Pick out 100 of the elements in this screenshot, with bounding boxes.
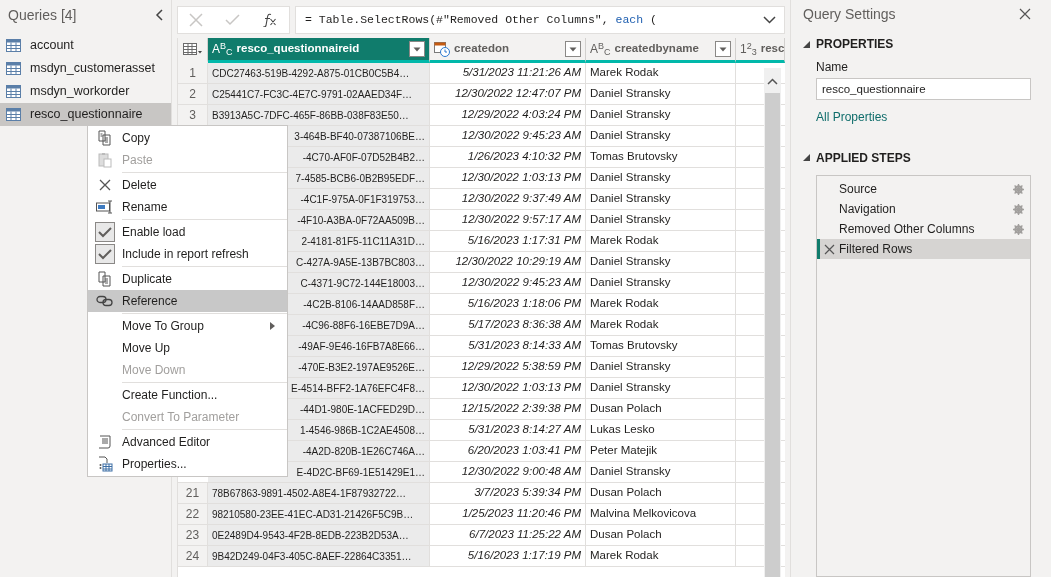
- expand-triangle-icon[interactable]: [803, 40, 810, 48]
- column-name: resc: [760, 41, 784, 57]
- table-cell-text: 12/29/2022 4:03:24 PM: [461, 107, 581, 123]
- row-header-cell[interactable]: 22: [178, 504, 208, 524]
- scrollbar-thumb[interactable]: [765, 93, 780, 577]
- query-item[interactable]: msdyn_customerasset: [0, 57, 171, 80]
- duplicate-icon: [97, 271, 113, 287]
- checkbox[interactable]: [95, 244, 115, 264]
- row-header-cell[interactable]: 21: [178, 483, 208, 503]
- table-cell-text: 12/30/2022 9:37:49 AM: [461, 191, 581, 207]
- expand-triangle-icon[interactable]: [803, 154, 810, 162]
- table-cell-text: Marek Rodak: [590, 233, 659, 249]
- table-cell-text: Marek Rodak: [590, 65, 659, 81]
- rename-icon: [96, 200, 114, 214]
- table-cell-text: Malvina Melkovicova: [590, 506, 697, 522]
- submenu-arrow-icon: [270, 322, 275, 330]
- row-header-cell[interactable]: 24: [178, 546, 208, 566]
- table-cell-text: Daniel Stransky: [590, 107, 671, 123]
- table-icon: [6, 62, 21, 75]
- table-cell-text: 6/20/2023 1:03:41 PM: [467, 443, 581, 459]
- expand-chevron-icon[interactable]: [763, 16, 776, 24]
- table-cell-text: 12/29/2022 5:38:59 PM: [461, 359, 581, 375]
- row-header-cell[interactable]: 23: [178, 525, 208, 545]
- table-icon: [6, 39, 21, 52]
- query-item[interactable]: resco_questionnaire: [0, 103, 171, 126]
- table-cell-text: Dusan Polach: [590, 485, 662, 501]
- close-icon[interactable]: [1019, 8, 1031, 21]
- column-name: resco_questionnaireid: [236, 41, 361, 57]
- table-cell-text: Lukas Lesko: [590, 422, 655, 438]
- link-icon: [96, 295, 114, 307]
- table-cell-text: 5/31/2023 8:14:27 AM: [468, 422, 581, 438]
- column-header[interactable]: 1$^{2}$$_{3}$ resc: [736, 38, 785, 63]
- table-cell: B3913A5C-7DFC-465F-86BB-038F83E50…: [208, 105, 430, 125]
- applied-step[interactable]: Source: [817, 179, 1030, 200]
- applied-step[interactable]: Filtered Rows: [817, 239, 1030, 260]
- table-cell-text: Daniel Stransky: [590, 275, 671, 291]
- scrollbar[interactable]: [764, 68, 781, 577]
- table-cell: CDC27463-519B-4292-A875-01CB0C5B4…: [208, 63, 430, 83]
- copy-icon: [97, 130, 113, 146]
- table-cell-text: 5/16/2023 1:17:31 PM: [467, 233, 581, 249]
- table-cell: 0E2489D4-9543-4F2B-8EDB-223B2D53A…: [208, 525, 430, 545]
- menu-item[interactable]: Reference: [88, 290, 287, 312]
- table-icon: [6, 85, 21, 98]
- table-cell-text: Daniel Stransky: [590, 380, 671, 396]
- collapse-chevron-icon[interactable]: [155, 9, 163, 21]
- table-cell-text: Tomas Brutovsky: [590, 338, 678, 354]
- name-field[interactable]: resco_questionnaire: [816, 78, 1031, 101]
- formula-field[interactable]: = Table.SelectRows(#"Removed Other Columns", each (: [295, 6, 785, 34]
- panel-title: Query Settings: [803, 4, 896, 24]
- table-cell-text: 12/30/2022 1:03:13 PM: [461, 380, 581, 396]
- row-header-cell[interactable]: 2: [178, 84, 208, 104]
- query-item[interactable]: account: [0, 34, 171, 57]
- table-cell-text: Marek Rodak: [590, 296, 659, 312]
- table-cell-text: 1/26/2023 4:10:32 PM: [467, 149, 581, 165]
- table-cell-text: 5/31/2023 11:21:26 AM: [462, 65, 581, 81]
- section-heading: APPLIED STEPS: [816, 149, 911, 167]
- table-cell-text: Dusan Polach: [590, 527, 662, 543]
- table-cell-text: Daniel Stransky: [590, 170, 671, 186]
- table-cell-text: 12/30/2022 12:47:07 PM: [455, 86, 581, 102]
- applied-step[interactable]: Navigation: [817, 199, 1030, 220]
- dropdown-caret-icon[interactable]: [565, 41, 581, 57]
- function-icon[interactable]: [262, 13, 278, 27]
- table-cell-text: 5/31/2023 8:14:33 AM: [468, 338, 581, 354]
- table-cell-text: 12/30/2022 10:29:19 AM: [455, 254, 581, 270]
- column-header[interactable]: A$^{B}$$_{C}$ resco_questionnaireid: [208, 38, 430, 63]
- calendar-clock-icon: [434, 41, 450, 57]
- applied-step[interactable]: Removed Other Columns: [817, 219, 1030, 240]
- table-cell-text: Daniel Stransky: [590, 191, 671, 207]
- dropdown-caret-icon[interactable]: [409, 41, 425, 57]
- column-name: createdbyname: [614, 41, 700, 57]
- table-cell-text: 5/16/2023 1:18:06 PM: [467, 296, 581, 312]
- table-cell-text: 5/16/2023 1:17:19 PM: [467, 548, 581, 564]
- column-header[interactable]: A$^{B}$$_{C}$ createdbyname: [586, 38, 736, 63]
- table-cell-text: Daniel Stransky: [590, 464, 671, 480]
- table-cell-text: Marek Rodak: [590, 548, 659, 564]
- table-cell-text: 12/15/2022 2:39:38 PM: [461, 401, 581, 417]
- dropdown-caret-icon[interactable]: [715, 41, 731, 57]
- query-item[interactable]: msdyn_workorder: [0, 80, 171, 103]
- column-header[interactable]: createdon: [430, 38, 586, 63]
- close-icon: [99, 179, 111, 191]
- table-cell-text: 6/7/2023 11:25:22 AM: [469, 527, 581, 543]
- table-cell-text: 12/30/2022 1:03:13 PM: [461, 170, 581, 186]
- all-properties-link[interactable]: All Properties: [816, 108, 888, 127]
- table-cell-text: 12/30/2022 9:45:23 AM: [461, 275, 581, 291]
- table-cell: 9B42D249-04F3-405C-8AEF-22864C3351…: [208, 546, 430, 566]
- table-cell-text: 12/30/2022 9:00:48 AM: [461, 464, 581, 480]
- table-cell: 78B67863-9891-4502-A8E4-1F87932722…: [208, 483, 430, 503]
- table-cell-text: Marek Rodak: [590, 317, 659, 333]
- check-icon[interactable]: [225, 14, 240, 26]
- row-header-cell[interactable]: 3: [178, 105, 208, 125]
- scroll-up-icon[interactable]: [767, 78, 778, 85]
- row-header-cell[interactable]: 1: [178, 63, 208, 83]
- table-menu-icon: [182, 42, 203, 56]
- table-cell-text: Daniel Stransky: [590, 254, 671, 270]
- table-cell: 98210580-23EE-41EC-AD31-21426F5C9B…: [208, 504, 430, 524]
- checkbox[interactable]: [95, 222, 115, 242]
- delete-step-icon[interactable]: [824, 243, 835, 255]
- table-cell-text: 12/30/2022 9:57:17 AM: [461, 212, 581, 228]
- table-cell-text: 12/30/2022 9:45:23 AM: [461, 128, 581, 144]
- table-cell-text: 5/17/2023 8:36:38 AM: [468, 317, 581, 333]
